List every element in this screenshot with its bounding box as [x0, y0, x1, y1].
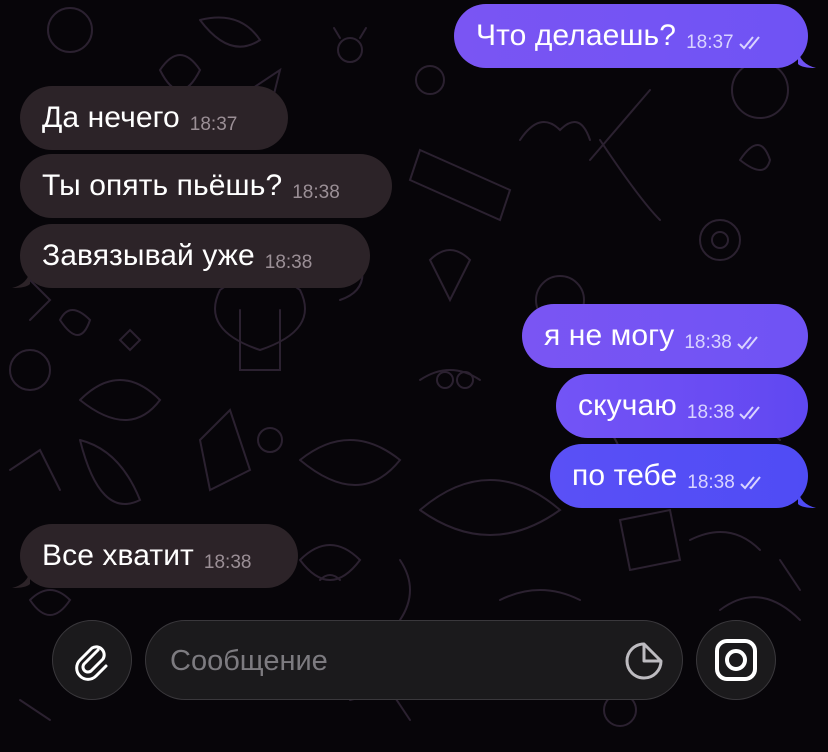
message-time: 18:38: [292, 182, 340, 203]
message-bubble-incoming[interactable]: Да нечего 18:37: [20, 86, 288, 150]
message-bubble-incoming[interactable]: Все хватит 18:38: [12, 524, 298, 588]
attach-button[interactable]: [52, 620, 132, 700]
message-text: Все хватит: [42, 539, 194, 572]
bubble-tail: [12, 270, 30, 288]
message-bubble-incoming[interactable]: Завязывай уже 18:38: [12, 224, 370, 288]
message-time: 18:37: [686, 32, 734, 53]
message-time: 18:37: [189, 114, 238, 135]
bubble-tail: [798, 490, 816, 508]
message-bubble-outgoing[interactable]: скучаю 18:38: [556, 374, 808, 438]
double-check-icon: [740, 476, 761, 490]
message-text: Да нечего: [42, 101, 180, 134]
message-bubble-outgoing[interactable]: по тебе 18:38: [550, 444, 816, 508]
double-check-icon: [737, 336, 758, 350]
message-time: 18:38: [686, 402, 735, 423]
message-text: Завязывай уже: [42, 239, 255, 272]
message-list[interactable]: Что делаешь? 18:37 Да нечего 18:37 Ты оп…: [0, 0, 828, 600]
message-time: 18:38: [684, 332, 732, 353]
camera-button[interactable]: [696, 620, 776, 700]
camera-icon: [715, 639, 757, 681]
message-text: Ты опять пьёшь?: [42, 169, 283, 202]
message-text: по тебе: [572, 459, 678, 492]
message-text: я не могу: [544, 319, 675, 352]
message-bubble-outgoing[interactable]: я не могу 18:38: [522, 304, 808, 368]
message-input[interactable]: [168, 621, 612, 701]
bubble-tail: [798, 50, 816, 68]
message-bubble-incoming[interactable]: Ты опять пьёшь? 18:38: [20, 154, 392, 218]
double-check-icon: [739, 406, 761, 420]
sticker-icon[interactable]: [624, 641, 664, 681]
message-time: 18:38: [203, 552, 252, 573]
message-time: 18:38: [264, 252, 313, 273]
double-check-icon: [738, 36, 760, 50]
paperclip-icon: [75, 645, 108, 681]
message-input-container[interactable]: [145, 620, 683, 701]
message-bubble-outgoing[interactable]: Что делаешь? 18:37: [454, 4, 816, 68]
message-time: 18:38: [687, 472, 735, 493]
message-text: скучаю: [578, 389, 677, 422]
message-text: Что делаешь?: [476, 19, 677, 52]
bubble-tail: [12, 570, 30, 588]
composer-bar: [0, 600, 828, 752]
